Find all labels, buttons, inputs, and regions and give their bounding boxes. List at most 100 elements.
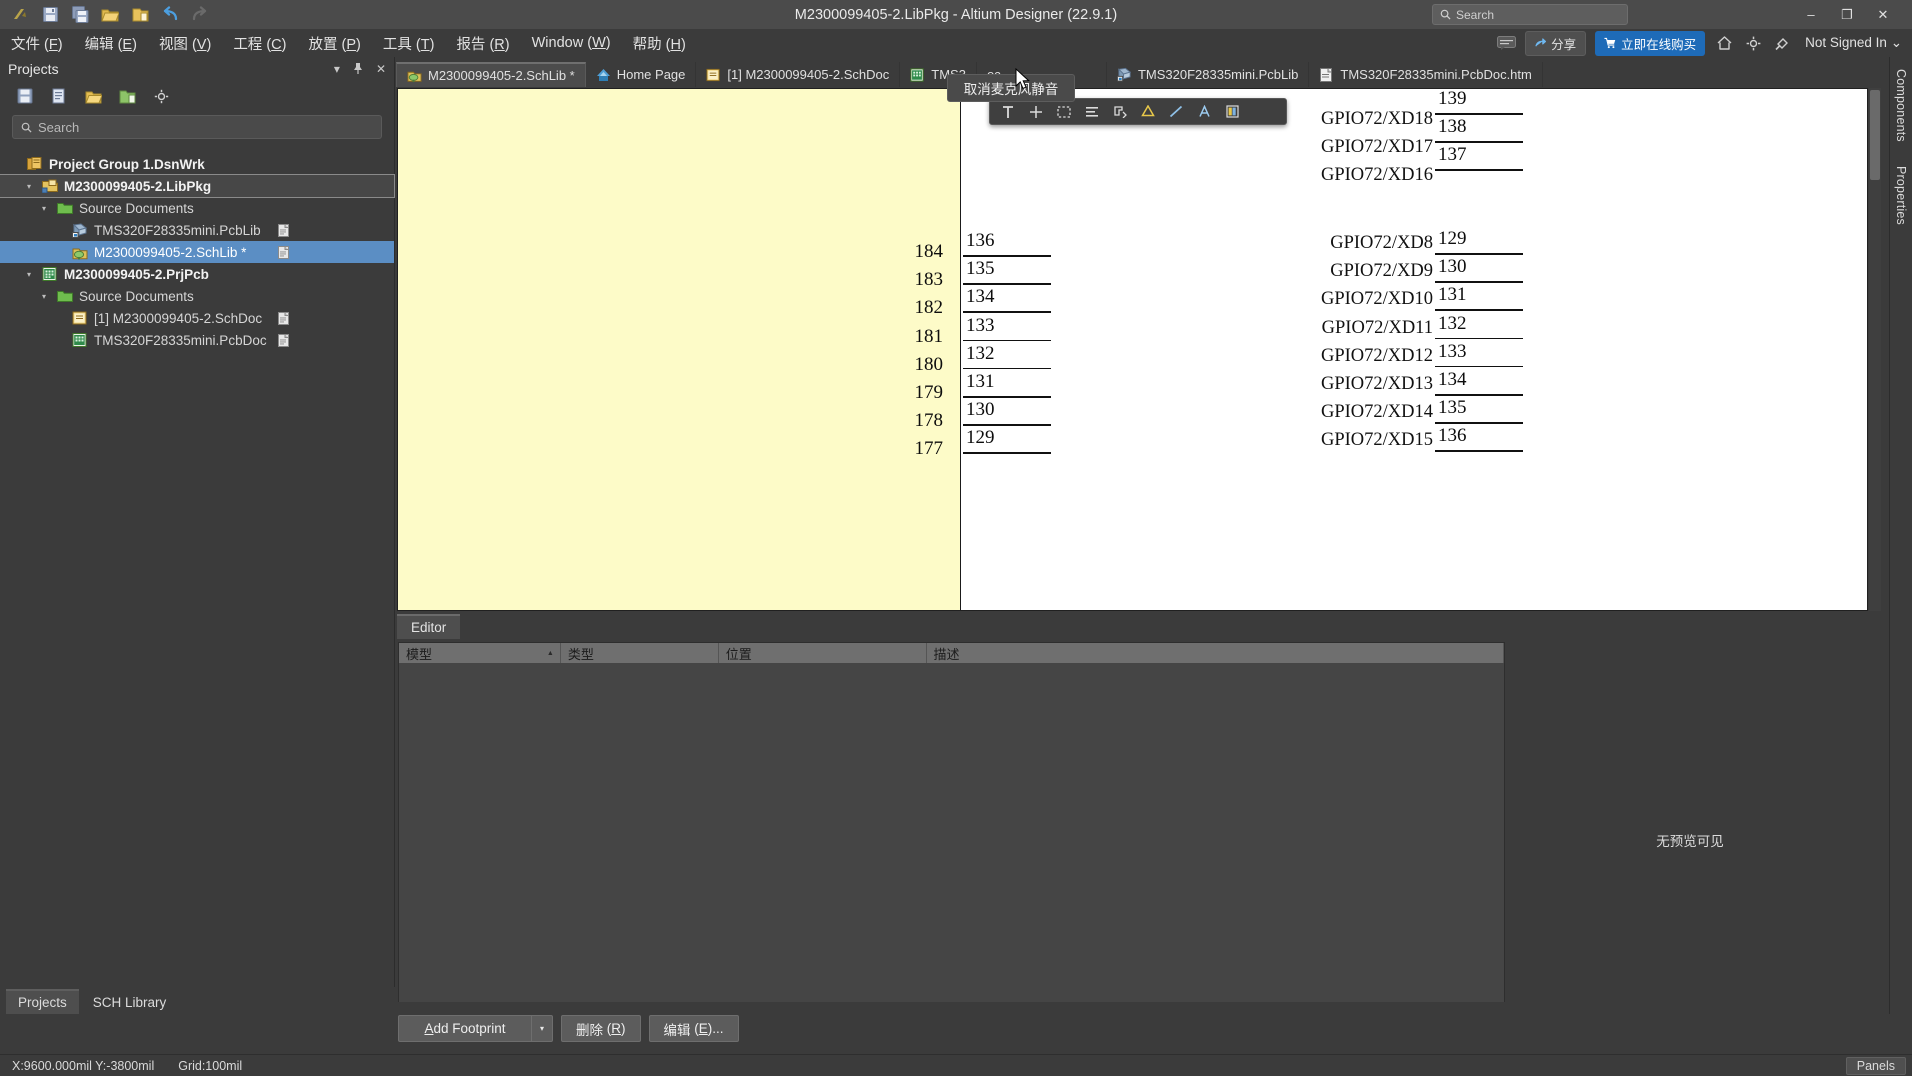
menu-file-label: 文件 [11, 36, 40, 53]
annotate-text-icon[interactable] [1191, 101, 1217, 122]
undo-icon[interactable] [160, 5, 180, 25]
share-button[interactable]: 分享 [1525, 30, 1587, 56]
projects-search-input[interactable]: Search [12, 115, 382, 139]
pin-wire [1435, 450, 1523, 452]
panel-close-icon[interactable]: ✕ [376, 62, 386, 77]
document-tab[interactable]: [1] M2300099405-2.SchDoc [696, 62, 901, 87]
add-footprint-dropdown-arrow[interactable]: ▾ [531, 1015, 553, 1042]
model-action-buttons: Add Footprint ▾ 删除 (R) 编辑 (E)... [398, 1015, 739, 1042]
global-search-input[interactable]: Search [1432, 4, 1628, 25]
save-project-icon[interactable] [16, 87, 34, 105]
home-icon[interactable] [1714, 33, 1734, 53]
projects-search-placeholder: Search [38, 119, 80, 135]
menu-place[interactable]: 放置 (P) [298, 30, 372, 57]
menu-tools[interactable]: 工具 (T) [372, 30, 446, 57]
gear-icon[interactable] [1743, 33, 1763, 53]
altium-logo-icon[interactable] [10, 5, 30, 25]
text-tool-icon[interactable] [995, 101, 1021, 122]
open-project-icon[interactable] [130, 5, 150, 25]
menu-window[interactable]: Window (W) [521, 32, 622, 54]
panel-tab-projects[interactable]: Projects [6, 989, 79, 1014]
add-document-icon[interactable] [118, 87, 136, 105]
tree-item[interactable]: ▾ Source Documents [0, 285, 394, 307]
pin-name: GPIO72/XD16 [1320, 165, 1433, 186]
canvas-vertical-scrollbar[interactable] [1869, 88, 1881, 611]
model-column-header[interactable]: 位置 [719, 643, 927, 663]
menu-project[interactable]: 工程 (C) [222, 30, 297, 57]
canvas-scrollbar-thumb[interactable] [1870, 90, 1880, 180]
document-tab[interactable]: TMS320F28335mini.PcbDoc.htm [1309, 62, 1543, 87]
tree-expand-icon[interactable]: ▾ [38, 292, 50, 301]
measure-icon[interactable] [1107, 101, 1133, 122]
add-footprint-button[interactable]: Add Footprint [398, 1015, 531, 1042]
menu-edit-mnemonic: E [122, 36, 133, 53]
add-footprint-mnemonic: A [424, 1021, 434, 1036]
pin-number: 137 [1438, 144, 1467, 166]
plug-icon[interactable] [1772, 33, 1792, 53]
buy-online-button[interactable]: 立即在线购买 [1595, 30, 1706, 56]
document-tab[interactable]: Home Page [586, 62, 697, 87]
pin-number: 136 [1438, 425, 1467, 447]
panel-pin-icon[interactable] [353, 62, 363, 77]
tree-item[interactable]: ▾ M2300099405-2.LibPkg [0, 174, 395, 198]
tree-item[interactable]: Project Group 1.DsnWrk [0, 153, 394, 175]
tree-item[interactable]: [1] M2300099405-2.SchDoc [0, 307, 394, 329]
open-project-icon[interactable] [84, 87, 102, 105]
pin-wire [1435, 169, 1523, 171]
align-icon[interactable] [1079, 101, 1105, 122]
select-region-icon[interactable] [1051, 101, 1077, 122]
sign-in-status[interactable]: Not Signed In ⌄ [1801, 35, 1902, 51]
right-tab-properties[interactable]: Properties [1890, 154, 1912, 237]
panels-button[interactable]: Panels [1845, 1056, 1906, 1075]
compile-icon[interactable] [50, 87, 68, 105]
editor-tab[interactable]: Editor [397, 614, 461, 639]
projects-panel-header: Projects ▾ ✕ [0, 57, 394, 81]
tree-expand-icon[interactable]: ▾ [23, 270, 35, 279]
menu-reports[interactable]: 报告 (R) [445, 30, 520, 57]
tree-item[interactable]: ▾ Source Documents [0, 197, 394, 219]
tree-item[interactable]: TMS320F28335mini.PcbDoc [0, 329, 394, 351]
color-picker-icon[interactable] [1219, 101, 1245, 122]
model-column-header[interactable]: 类型 [561, 643, 719, 663]
highlighter-icon[interactable] [1135, 101, 1161, 122]
model-table-body[interactable] [399, 663, 1504, 1002]
pin-number: 129 [1438, 228, 1467, 249]
document-tab[interactable]: M2300099405-2.SchLib * [396, 62, 586, 87]
project-options-icon[interactable] [152, 87, 170, 105]
document-tab[interactable]: TMS320F28335mini.PcbLib [1107, 62, 1310, 87]
menu-view[interactable]: 视图 (V) [148, 30, 222, 57]
menu-edit[interactable]: 编辑 (E) [74, 30, 148, 57]
model-column-header[interactable]: 描述 [927, 643, 1504, 663]
tree-expand-icon[interactable]: ▾ [23, 182, 35, 191]
model-column-header[interactable]: 模型 ▲ [399, 643, 561, 663]
open-folder-icon[interactable] [100, 5, 120, 25]
schematic-library-canvas[interactable]: 184 183 182 181 180 179 178 177 136 135 134 133 132 1… [397, 88, 1868, 611]
status-coordinates: X:9600.000mil Y:-3800mil [12, 1058, 155, 1073]
close-button[interactable]: ✕ [1876, 7, 1890, 23]
search-icon [21, 122, 32, 133]
tree-item[interactable]: TMS320F28335mini.PcbLib [0, 219, 394, 241]
panel-tab-sch-library[interactable]: SCH Library [81, 991, 179, 1014]
window-controls: – ❐ ✕ [1804, 0, 1906, 29]
tree-expand-icon[interactable]: ▾ [38, 204, 50, 213]
libpkg-icon [41, 178, 58, 195]
folder-icon [56, 200, 73, 217]
save-all-icon[interactable] [70, 5, 90, 25]
panel-dropdown-icon[interactable]: ▾ [334, 62, 340, 77]
line-tool-icon[interactable] [1163, 101, 1189, 122]
minimize-button[interactable]: – [1804, 7, 1818, 22]
tree-item[interactable]: ▾ M2300099405-2.PrjPcb [0, 263, 394, 285]
edit-button[interactable]: 编辑 (E)... [648, 1015, 739, 1042]
delete-button[interactable]: 删除 (R) [561, 1015, 641, 1042]
component-body-rect [398, 89, 961, 610]
document-tab-label: [1] M2300099405-2.SchDoc [727, 67, 890, 82]
menu-reports-mnemonic: R [494, 36, 505, 53]
save-icon[interactable] [40, 5, 60, 25]
menu-help[interactable]: 帮助 (H) [622, 30, 697, 57]
menu-file[interactable]: 文件 (F) [0, 30, 74, 57]
crosshair-tool-icon[interactable] [1023, 101, 1049, 122]
tree-item[interactable]: M2300099405-2.SchLib * [0, 241, 394, 263]
right-tab-components[interactable]: Components [1890, 57, 1912, 154]
maximize-button[interactable]: ❐ [1840, 7, 1854, 23]
comment-icon[interactable] [1496, 33, 1516, 53]
